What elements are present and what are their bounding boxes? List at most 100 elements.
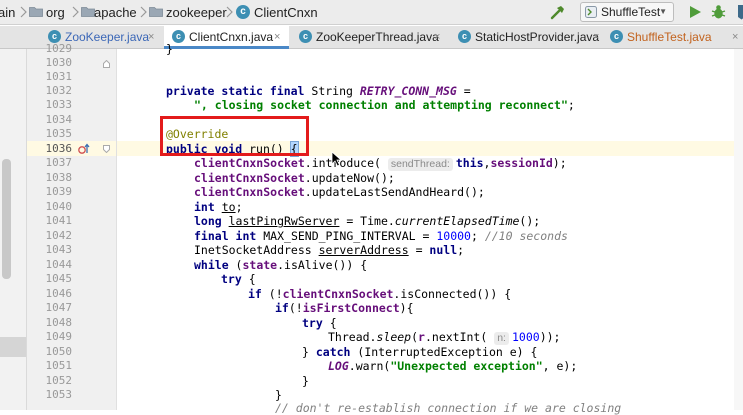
code-token: r	[418, 330, 425, 344]
line-number: 1049	[45, 330, 73, 343]
fold-icon[interactable]	[103, 145, 110, 153]
code-token: .isAlive()) {	[277, 258, 368, 272]
run-with-coverage-icon[interactable]	[736, 4, 743, 20]
run-configuration-selector[interactable]: ShuffleTest ▼	[580, 2, 674, 22]
code-line-1053: }	[275, 388, 282, 402]
code-token: lastPingRwServer	[228, 214, 340, 228]
close-icon[interactable]: ×	[732, 26, 738, 48]
class-icon: c	[172, 30, 185, 43]
code-token: null	[429, 243, 458, 257]
tab-clientcnxn-java[interactable]: c ClientCnxn.java ×	[164, 26, 289, 49]
code-token: sessionId	[490, 156, 553, 170]
line-number: 1052	[45, 374, 73, 387]
code-token: LOG	[328, 359, 349, 373]
code-token: try	[302, 316, 330, 330]
code-line-1039: clientCnxnSocket.updateLastSendAndHeard(…	[194, 185, 485, 199]
chevron-right-icon	[140, 6, 147, 18]
code-token: private static final	[166, 84, 312, 98]
code-token: .warn(	[348, 359, 391, 373]
run-icon[interactable]	[688, 5, 702, 19]
code-token: , e);	[542, 359, 578, 373]
code-token: int	[194, 200, 222, 214]
run-config-label: ShuffleTest	[601, 5, 661, 19]
line-number: 1037	[45, 156, 73, 169]
build-hammer-icon[interactable]	[550, 5, 566, 20]
breadcrumb-item-apache[interactable]: apache	[94, 0, 137, 25]
parameter-hint: sendThread:	[387, 158, 453, 171]
code-line-1045: try {	[221, 272, 256, 286]
code-token: =	[408, 243, 430, 257]
close-icon[interactable]: ×	[593, 26, 599, 48]
run-config-icon	[585, 6, 597, 18]
tab-label: ZooKeeperThread.java	[316, 30, 439, 44]
tab-label: StaticHostProvider.java	[475, 30, 600, 44]
code-token: (!	[268, 287, 283, 301]
code-line-1033: ", closing socket connection and attempt…	[194, 98, 575, 112]
editor-tab-bar: c ZooKeeper.java × c ClientCnxn.java × c…	[0, 26, 743, 49]
code-token: InetSocketAddress	[194, 243, 319, 257]
tab-label: ShuffleTest.java	[627, 30, 712, 44]
code-token: sleep	[376, 330, 412, 344]
code-token: 1000	[511, 330, 540, 344]
code-token: }	[275, 388, 282, 402]
code-token: ;	[235, 200, 243, 214]
code-line-1050: } catch (InterruptedException e) {	[302, 345, 537, 359]
tab-statichostprovider-java[interactable]: c StaticHostProvider.java ×	[458, 26, 606, 48]
line-number: 1046	[45, 287, 73, 300]
folder-icon	[29, 7, 43, 17]
code-line-1042: final int MAX_SEND_PING_INTERVAL = 10000…	[194, 229, 568, 243]
code-token: ();	[519, 214, 541, 228]
close-icon[interactable]: ×	[434, 26, 440, 48]
code-token: .isConnected()) {	[393, 287, 512, 301]
code-token: clientCnxnSocket	[194, 156, 305, 170]
code-token: clientCnxnSocket	[282, 287, 394, 301]
code-token: ", closing socket connection and attempt…	[194, 98, 568, 112]
class-icon: c	[236, 5, 250, 19]
chevron-right-icon	[226, 6, 233, 18]
debug-bug-icon[interactable]	[711, 4, 726, 20]
code-token: isFirstConnect	[302, 301, 400, 315]
code-token: =	[456, 84, 471, 98]
close-icon[interactable]: ×	[148, 26, 154, 48]
project-panel-scrollbar[interactable]	[2, 159, 11, 279]
breadcrumb-item-class[interactable]: ClientCnxn	[254, 0, 318, 25]
code-token: {	[329, 316, 337, 330]
tab-zookeeperthread-java[interactable]: c ZooKeeperThread.java ×	[299, 26, 447, 48]
breadcrumb-item-module[interactable]: ain	[0, 0, 15, 25]
line-number: 1034	[45, 113, 73, 126]
fold-icon[interactable]	[103, 60, 110, 68]
tab-label: ClientCnxn.java	[189, 30, 274, 44]
code-token: }	[302, 345, 316, 359]
line-number: 1029	[45, 42, 73, 55]
code-token: .updateLastSendAndHeard();	[304, 185, 485, 199]
current-line-highlight	[27, 141, 743, 156]
tab-shuffletest-java[interactable]: c ShuffleTest.java ×	[610, 26, 743, 48]
line-number: 1044	[45, 258, 73, 271]
code-token: clientCnxnSocket	[194, 185, 305, 199]
code-token: }	[302, 374, 309, 388]
code-token: catch	[315, 345, 358, 359]
code-token: = Time.	[339, 214, 395, 228]
breadcrumb-item-org[interactable]: org	[46, 0, 65, 25]
parameter-hint: n:	[494, 332, 509, 345]
code-line-1052: }	[302, 374, 309, 388]
line-number: 1038	[45, 171, 73, 184]
code-token: String	[311, 84, 360, 98]
line-number: 1042	[45, 229, 73, 242]
code-token: {	[248, 272, 256, 286]
code-token: ){	[399, 301, 414, 315]
code-line-1054: // don't re-establish connection if we a…	[275, 401, 621, 415]
breadcrumb-item-zookeeper[interactable]: zookeeper	[166, 0, 227, 25]
code-token: to	[221, 200, 236, 214]
code-token: .nextInt(	[424, 330, 495, 344]
class-icon: c	[458, 30, 471, 43]
folder-icon	[81, 7, 95, 17]
navigation-bar: ain org apache zookeeper c ClientCnxn Sh…	[0, 0, 743, 25]
code-token: final int	[194, 229, 264, 243]
editor-scrollbar[interactable]	[734, 49, 743, 410]
override-marker-icon[interactable]	[78, 143, 90, 155]
code-token: .updateNow();	[304, 171, 395, 185]
code-token: long	[194, 214, 229, 228]
close-icon[interactable]: ×	[274, 26, 280, 48]
line-number: 1047	[45, 301, 73, 314]
